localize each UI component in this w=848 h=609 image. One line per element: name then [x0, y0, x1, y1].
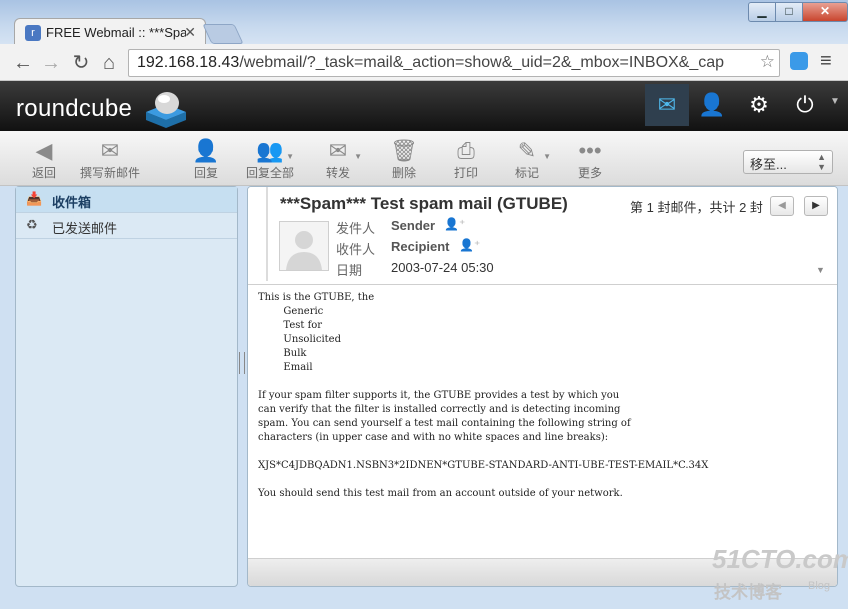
watermark-logo: 51CTO.com [712, 544, 848, 574]
chevron-down-icon[interactable]: ▼ [830, 96, 840, 107]
forward-arrow-icon[interactable]: → [40, 52, 62, 74]
roundcube-logo-icon [146, 92, 186, 128]
reply-icon: 👤 [192, 138, 220, 163]
menu-icon[interactable]: ≡ [820, 50, 832, 73]
address-bar[interactable]: 192.168.18.43/webmail/?_task=mail&_actio… [128, 49, 780, 77]
contacts-icon[interactable]: 👤 [690, 84, 734, 126]
tab-close-icon[interactable]: ✕ [184, 24, 196, 41]
roundcube-favicon-icon: r [25, 25, 41, 41]
url-text: 192.168.18.43/webmail/?_task=mail&_actio… [137, 54, 725, 71]
mark-button[interactable]: ✎ 标记 ▼ [497, 138, 557, 181]
add-contact-icon[interactable]: 👤⁺ [444, 217, 465, 231]
reply-button[interactable]: 👤 回复 [176, 138, 236, 181]
compose-button[interactable]: ✉ 撰写新邮件 [80, 138, 140, 181]
add-contact-icon[interactable]: 👤⁺ [459, 238, 480, 252]
from-value[interactable]: Sender [391, 218, 435, 233]
window-maximize-button[interactable]: □ [775, 2, 803, 22]
message-subject: ***Spam*** Test spam mail (GTUBE) [280, 194, 568, 213]
avatar-placeholder-icon [286, 231, 322, 270]
compose-mail-icon: ✉ [100, 138, 120, 163]
sent-icon: ♻ [26, 217, 38, 232]
from-label: 发件人 [336, 221, 376, 236]
logout-power-icon[interactable]: ⏻ [783, 84, 827, 126]
printer-icon: ⎙ [457, 138, 475, 163]
message-body: This is the GTUBE, the Generic Test for … [258, 292, 709, 499]
reload-icon[interactable]: ↻ [70, 52, 92, 74]
inbox-icon: 📥 [26, 191, 43, 206]
folder-list: 📥 收件箱 ♻ 已发送邮件 [15, 186, 238, 587]
delete-button[interactable]: 🗑 删除 [374, 138, 434, 181]
more-button[interactable]: ••• 更多 [560, 138, 620, 181]
move-to-select[interactable]: 移至... ▲ ▼ [743, 150, 833, 174]
sender-avatar [279, 221, 329, 271]
folder-sent[interactable]: ♻ 已发送邮件 [16, 213, 237, 239]
date-label: 日期 [336, 263, 363, 278]
select-arrows-icon: ▲ ▼ [817, 152, 826, 172]
roundcube-logo: roundcube [16, 95, 133, 122]
watermark-blog: Blog [808, 580, 831, 592]
reply-all-button[interactable]: 👥 回复全部 ▼ [240, 138, 300, 181]
settings-gear-icon[interactable]: ⚙ [737, 84, 781, 126]
message-header: ***Spam*** Test spam mail (GTUBE) 第 1 封邮… [248, 187, 837, 285]
home-icon[interactable]: ⌂ [98, 52, 120, 74]
message-counter: 第 1 封邮件，共计 2 封 [630, 200, 763, 215]
chevron-down-icon[interactable]: ▼ [543, 152, 551, 161]
browser-tab[interactable]: r FREE Webmail :: ***Spam ✕ [14, 18, 206, 47]
bookmark-star-icon[interactable]: ☆ [760, 52, 775, 72]
back-arrow-icon: ◀ [35, 138, 53, 163]
window-minimize-button[interactable]: ▁ [748, 2, 776, 22]
back-button[interactable]: ◀ 返回 [14, 138, 74, 181]
mail-icon[interactable]: ✉ [645, 84, 689, 126]
to-label: 收件人 [336, 242, 376, 257]
chevron-down-icon[interactable]: ▼ [286, 152, 294, 161]
tab-title: FREE Webmail :: ***Spam [46, 25, 186, 40]
back-arrow-icon[interactable]: ← [12, 52, 34, 74]
move-to-label: 移至... [750, 157, 787, 172]
date-value: 2003-07-24 05:30 [391, 260, 494, 275]
next-message-button[interactable]: ▶ [804, 196, 828, 216]
header-toggle-icon[interactable]: ▼ [816, 265, 825, 275]
previous-message-button[interactable]: ◀ [770, 196, 794, 216]
more-dots-icon: ••• [578, 138, 602, 163]
to-value[interactable]: Recipient [391, 239, 450, 254]
trash-icon: 🗑 [390, 138, 418, 163]
message-pane: ***Spam*** Test spam mail (GTUBE) 第 1 封邮… [247, 186, 838, 587]
extension-icon[interactable] [790, 52, 808, 70]
print-button[interactable]: ⎙ 打印 [436, 138, 496, 181]
pane-splitter[interactable] [239, 352, 245, 374]
chevron-down-icon[interactable]: ▼ [354, 152, 362, 161]
forward-button[interactable]: ✉ 转发 ▼ [308, 138, 368, 181]
folder-inbox[interactable]: 📥 收件箱 [16, 187, 237, 213]
watermark-text: 技术博客 [714, 583, 782, 602]
window-close-button[interactable]: ✕ [802, 2, 848, 22]
